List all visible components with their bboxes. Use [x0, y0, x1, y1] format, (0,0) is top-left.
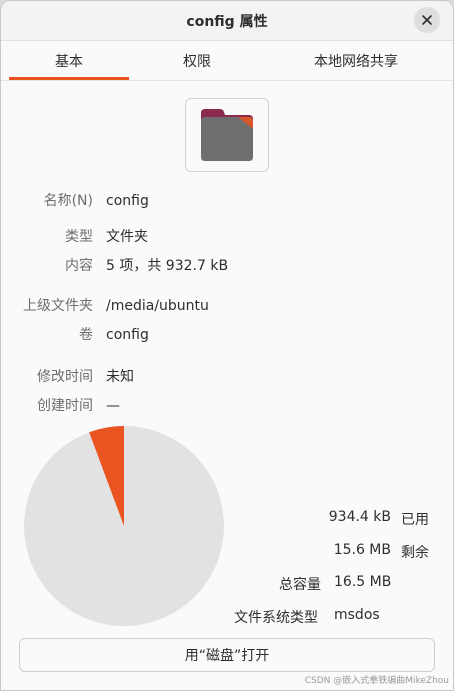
filesystem-type-label: 文件系统类型	[234, 610, 318, 626]
created-label: 创建时间	[37, 398, 93, 414]
close-button[interactable]	[414, 7, 440, 33]
used-label: 已用	[401, 512, 429, 528]
parent-folder-label: 上级文件夹	[23, 298, 93, 314]
title-bar: config 属性	[1, 1, 453, 41]
modified-value: 未知	[106, 369, 134, 385]
tab-permissions[interactable]: 权限	[137, 41, 257, 81]
watermark: CSDN @嵌入式拳铁编曲MikeZhou	[304, 676, 449, 686]
free-label: 剩余	[401, 545, 429, 561]
active-tab-indicator	[9, 77, 129, 80]
name-label: 名称(N)	[43, 193, 93, 209]
volume-label: 卷	[79, 327, 93, 343]
tab-basic[interactable]: 基本	[9, 41, 129, 81]
contents-value: 5 项，共 932.7 kB	[106, 258, 229, 274]
contents-label: 内容	[65, 258, 93, 274]
folder-icon	[201, 109, 253, 161]
type-label: 类型	[65, 229, 93, 245]
tab-bar: 基本 权限 本地网络共享	[1, 41, 453, 81]
used-value: 934.4 kB	[328, 509, 391, 525]
properties-window: config 属性 基本 权限 本地网络共享 名称(N) config 类型 文…	[0, 0, 454, 691]
name-value[interactable]: config	[106, 192, 149, 210]
type-value: 文件夹	[106, 229, 148, 245]
folder-icon-button[interactable]	[185, 98, 269, 172]
tab-local-network-share[interactable]: 本地网络共享	[265, 41, 447, 81]
created-value: —	[106, 398, 120, 414]
volume-value: config	[106, 327, 149, 343]
filesystem-type-value: msdos	[334, 607, 380, 623]
window-title: config 属性	[186, 14, 268, 30]
close-icon	[422, 15, 432, 25]
modified-label: 修改时间	[37, 369, 93, 385]
total-capacity-label: 总容量	[279, 577, 321, 593]
free-value: 15.6 MB	[333, 542, 391, 558]
open-with-disks-button[interactable]: 用“磁盘”打开	[19, 638, 435, 672]
disk-usage-pie-chart	[24, 426, 224, 626]
total-capacity-value: 16.5 MB	[334, 574, 392, 590]
parent-folder-value[interactable]: /media/ubuntu	[106, 297, 209, 315]
